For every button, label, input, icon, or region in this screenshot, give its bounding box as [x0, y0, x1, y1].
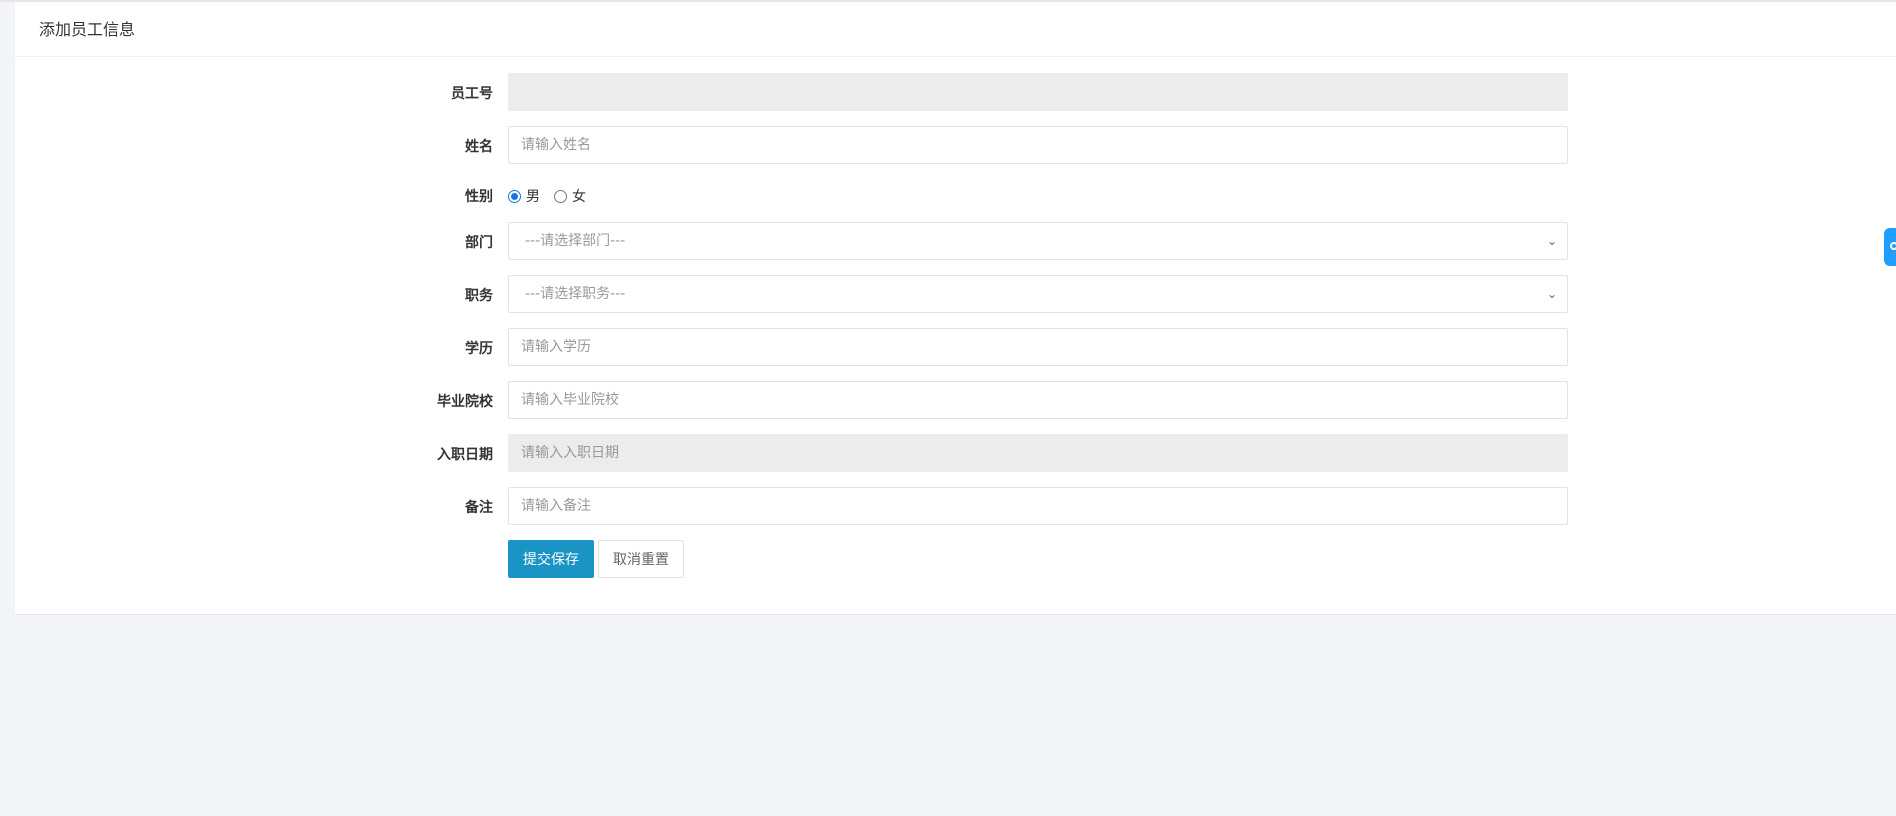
settings-tab-icon[interactable] — [1884, 228, 1896, 266]
position-select[interactable]: ---请选择职务--- ⌄ — [508, 275, 1568, 313]
employee-no-label: 员工号 — [451, 86, 493, 102]
gender-option-male-label: 男 — [526, 189, 540, 205]
education-label: 学历 — [465, 341, 493, 357]
school-field[interactable] — [508, 381, 1568, 419]
gender-radio-group: 男 女 — [508, 186, 600, 206]
department-select[interactable]: ---请选择部门--- ⌄ — [508, 222, 1568, 260]
gender-option-male[interactable]: 男 — [508, 186, 540, 206]
gender-label: 性别 — [465, 189, 493, 205]
department-selected-value: ---请选择部门--- — [525, 233, 626, 249]
submit-save-button[interactable]: 提交保存 — [508, 540, 594, 578]
cancel-reset-button[interactable]: 取消重置 — [598, 540, 684, 578]
department-label: 部门 — [465, 235, 493, 251]
chevron-down-icon: ⌄ — [1546, 287, 1557, 301]
position-selected-value: ---请选择职务--- — [525, 286, 626, 302]
school-label: 毕业院校 — [437, 394, 493, 410]
remark-label: 备注 — [465, 500, 493, 516]
position-label: 职务 — [465, 288, 493, 304]
employee-no-field[interactable] — [508, 73, 1568, 111]
remark-field[interactable] — [508, 487, 1568, 525]
panel-title: 添加员工信息 — [15, 2, 1896, 57]
chevron-down-icon: ⌄ — [1546, 234, 1557, 248]
gender-option-female-label: 女 — [572, 189, 586, 205]
education-field[interactable] — [508, 328, 1568, 366]
add-employee-panel: 添加员工信息 员工号 姓名 性别 男 女 部门 ---请选择部门--- ⌄ — [15, 2, 1896, 615]
hire-date-label: 入职日期 — [437, 447, 493, 463]
radio-checked-icon[interactable] — [508, 189, 521, 203]
name-label: 姓名 — [465, 139, 493, 155]
hire-date-field[interactable] — [508, 434, 1568, 472]
gender-option-female[interactable]: 女 — [554, 186, 586, 206]
radio-unchecked-icon[interactable] — [554, 189, 567, 203]
name-field[interactable] — [508, 126, 1568, 164]
